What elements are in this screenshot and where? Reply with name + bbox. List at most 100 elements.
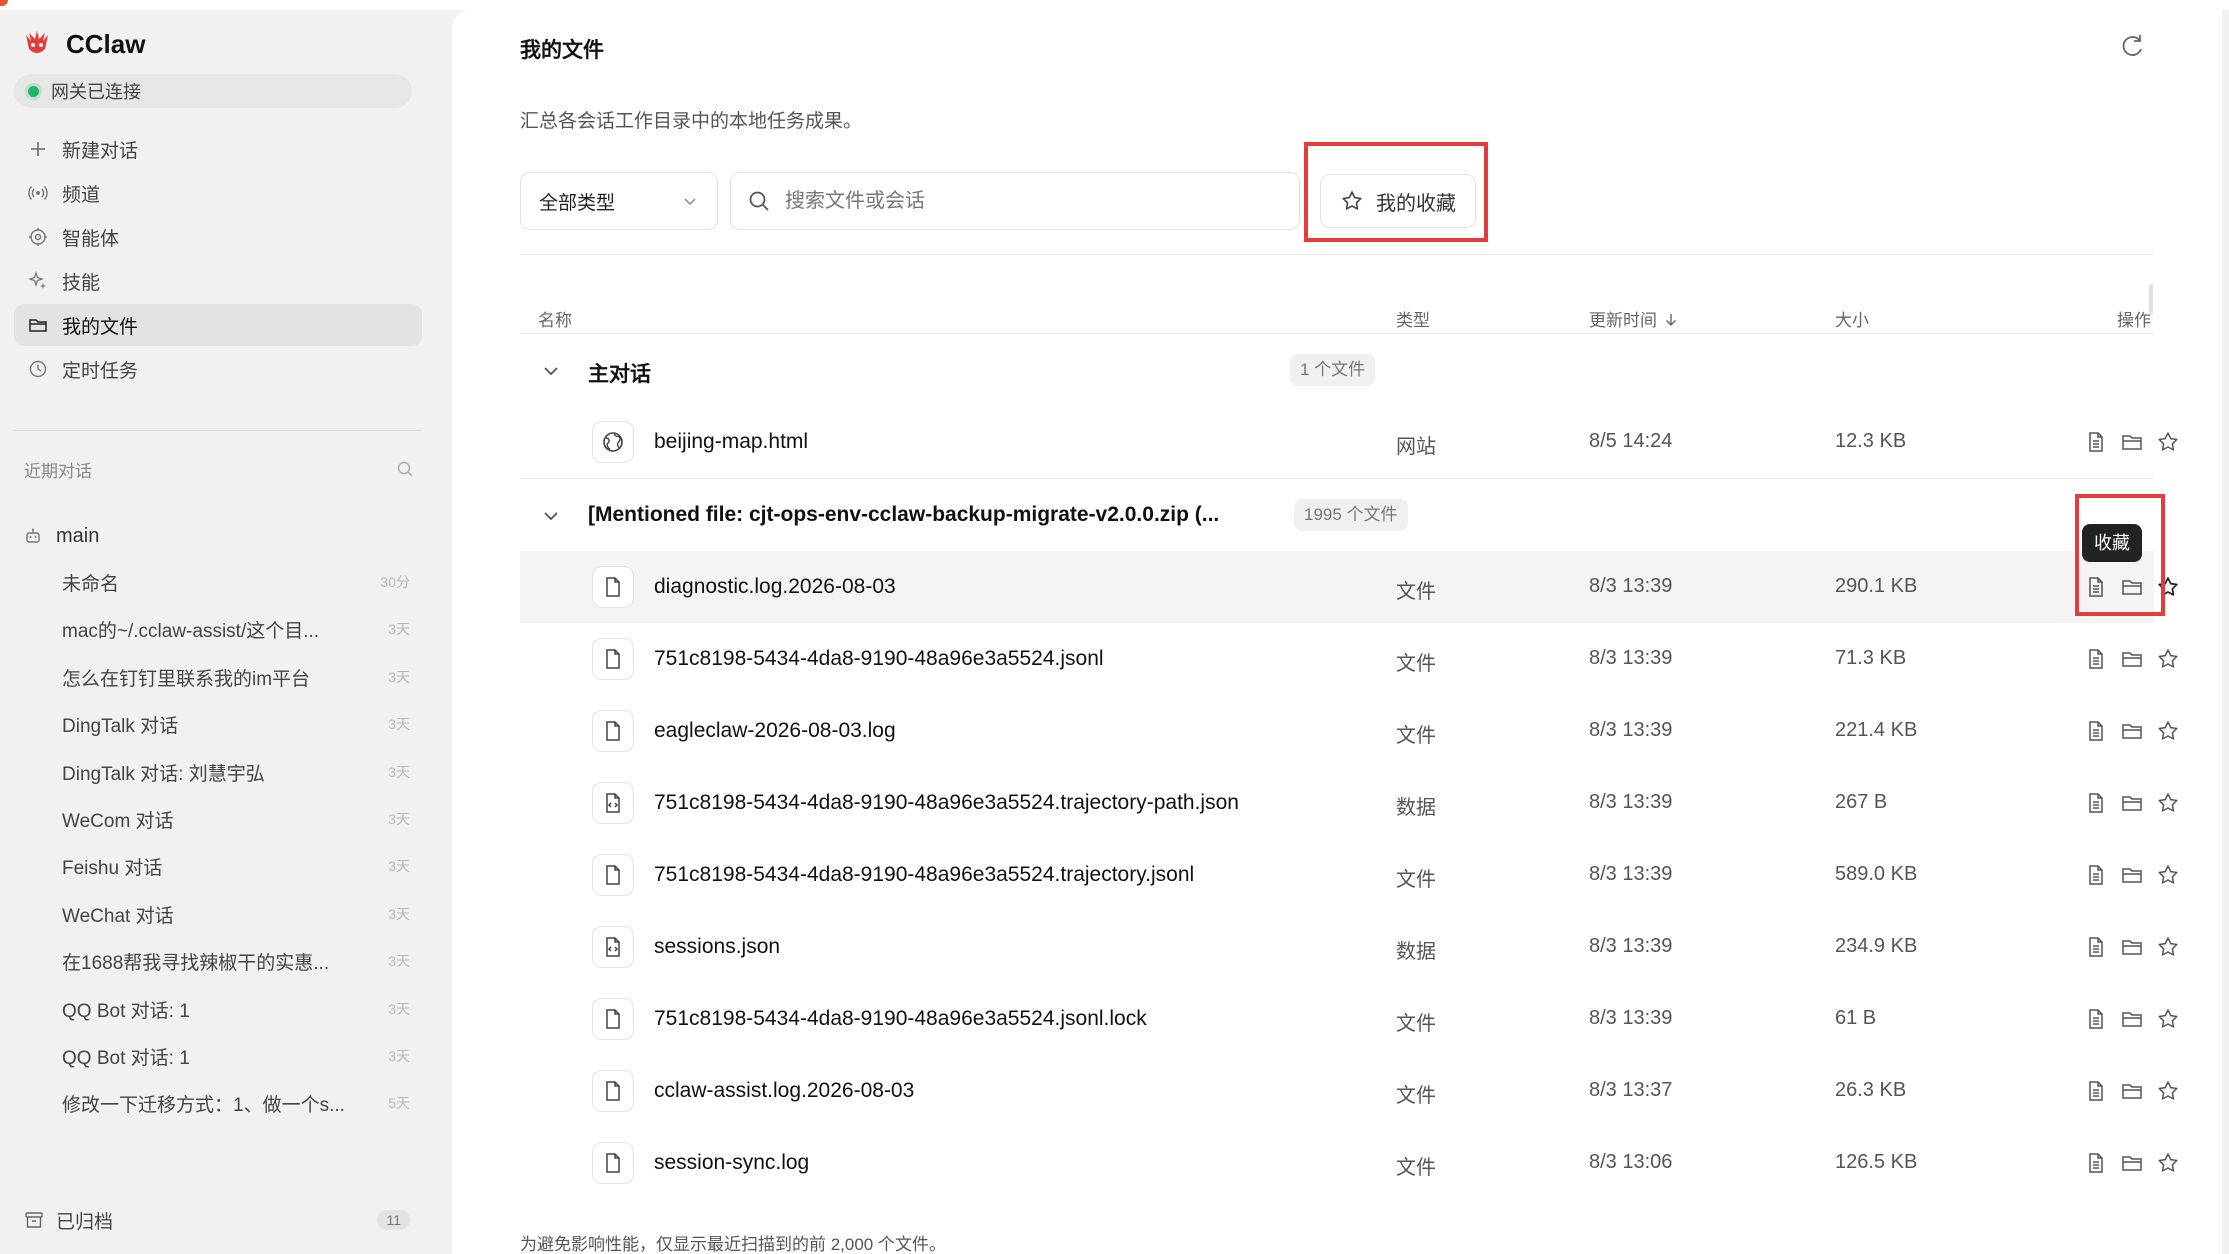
preview-file-icon[interactable] — [2084, 575, 2108, 599]
gateway-status-text: 网关已连接 — [51, 82, 141, 102]
star-icon[interactable] — [2156, 719, 2180, 743]
preview-file-icon[interactable] — [2084, 719, 2108, 743]
agent-icon — [29, 228, 47, 246]
session-group-main[interactable]: main — [24, 518, 99, 554]
session-group-label: main — [56, 524, 100, 547]
new-chat-button[interactable]: 新建对话 — [14, 128, 422, 170]
conversation-age: 3天 — [388, 953, 410, 969]
file-type-icon — [592, 926, 634, 968]
table-row[interactable]: eagleclaw-2026-08-03.log 文件 8/3 13:39 22… — [520, 695, 2178, 767]
nav-item-agents[interactable]: 智能体 — [14, 216, 422, 258]
search-box[interactable] — [730, 172, 1300, 230]
star-icon[interactable] — [2156, 791, 2180, 815]
table-row[interactable]: 751c8198-5434-4da8-9190-48a96e3a5524.tra… — [520, 767, 2178, 839]
file-icon — [606, 1009, 620, 1029]
column-header-actions: 操作 — [2117, 311, 2151, 330]
file-size: 234.9 KB — [1835, 935, 1918, 957]
type-filter-select[interactable]: 全部类型 — [520, 172, 718, 230]
conversation-item[interactable]: 修改一下迁移方式：1、做一个s... 5天 — [62, 1084, 410, 1122]
preview-file-icon[interactable] — [2084, 863, 2108, 887]
preview-file-icon[interactable] — [2084, 791, 2108, 815]
open-folder-icon[interactable] — [2120, 791, 2144, 815]
column-header-updated[interactable]: 更新时间 — [1589, 306, 1679, 331]
star-icon[interactable] — [2156, 1007, 2180, 1031]
conversation-age: 5天 — [388, 1095, 410, 1111]
open-folder-icon[interactable] — [2120, 719, 2144, 743]
conversation-item[interactable]: WeChat 对话 3天 — [62, 895, 410, 933]
table-row[interactable]: diagnostic.log.2026-08-03 文件 8/3 13:39 2… — [520, 551, 2178, 623]
open-folder-icon[interactable] — [2120, 1079, 2144, 1103]
star-icon[interactable] — [2156, 430, 2180, 454]
chevron-down-icon[interactable] — [540, 360, 562, 382]
star-icon[interactable] — [2156, 1079, 2180, 1103]
file-name: session-sync.log — [654, 1151, 810, 1174]
nav-item-tasks[interactable]: 定时任务 — [14, 348, 422, 390]
group-row[interactable]: 主对话 1 个文件 — [520, 334, 2154, 406]
star-icon[interactable] — [2156, 863, 2180, 887]
preview-file-icon[interactable] — [2084, 647, 2108, 671]
nav-item-label: 频道 — [62, 184, 101, 206]
brand[interactable]: CClaw — [20, 24, 145, 64]
nav-item-skills[interactable]: 技能 — [14, 260, 422, 302]
file-updated: 8/5 14:24 — [1589, 430, 1673, 452]
conversation-item[interactable]: 未命名 30分 — [62, 563, 410, 601]
preview-file-icon[interactable] — [2084, 1007, 2108, 1031]
page-subtitle: 汇总各会话工作目录中的本地任务成果。 — [520, 111, 863, 132]
file-type-icon — [592, 1070, 634, 1112]
search-input[interactable] — [785, 189, 1265, 213]
open-folder-icon[interactable] — [2120, 575, 2144, 599]
search-icon[interactable] — [396, 460, 414, 478]
file-type-icon — [592, 854, 634, 896]
refresh-icon[interactable] — [2118, 32, 2146, 60]
conversation-item[interactable]: 怎么在钉钉里联系我的im平台 3天 — [62, 658, 410, 696]
recent-header: 近期对话 — [24, 454, 414, 484]
file-type: 文件 — [1396, 1013, 1436, 1035]
table-row[interactable]: cclaw-assist.log.2026-08-03 文件 8/3 13:37… — [520, 1055, 2178, 1127]
nav-item-channels[interactable]: 频道 — [14, 172, 422, 214]
conversation-item[interactable]: mac的~/.cclaw-assist/这个目... 3天 — [62, 610, 410, 648]
nav-item-files[interactable]: 我的文件 — [14, 304, 422, 346]
chevron-down-icon[interactable] — [540, 505, 562, 527]
file-type-icon — [592, 710, 634, 752]
column-header-size[interactable]: 大小 — [1835, 306, 1869, 331]
file-name: cclaw-assist.log.2026-08-03 — [654, 1079, 915, 1102]
column-header-name[interactable]: 名称 — [538, 306, 572, 331]
group-row[interactable]: [Mentioned file: cjt-ops-env-cclaw-backu… — [520, 479, 2154, 551]
conversation-item[interactable]: Feishu 对话 3天 — [62, 847, 410, 885]
open-folder-icon[interactable] — [2120, 1007, 2144, 1031]
preview-file-icon[interactable] — [2084, 935, 2108, 959]
preview-file-icon[interactable] — [2084, 1151, 2108, 1175]
star-icon[interactable] — [2156, 575, 2180, 599]
column-header-type[interactable]: 类型 — [1396, 306, 1430, 331]
conversation-item[interactable]: 在1688帮我寻找辣椒干的实惠... 3天 — [62, 942, 410, 980]
preview-file-icon[interactable] — [2084, 1079, 2108, 1103]
table-row[interactable]: beijing-map.html 网站 8/5 14:24 12.3 KB — [520, 406, 2178, 478]
archived-item[interactable]: 已归档 11 — [24, 1202, 410, 1238]
conversation-item[interactable]: DingTalk 对话 3天 — [62, 705, 410, 743]
star-icon[interactable] — [2156, 647, 2180, 671]
table-row[interactable]: 751c8198-5434-4da8-9190-48a96e3a5524.jso… — [520, 623, 2178, 695]
star-icon[interactable] — [2156, 1151, 2180, 1175]
open-folder-icon[interactable] — [2120, 1151, 2144, 1175]
table-row[interactable]: sessions.json 数据 8/3 13:39 234.9 KB — [520, 911, 2178, 983]
conversation-item[interactable]: WeCom 对话 3天 — [62, 800, 410, 838]
conversation-item[interactable]: QQ Bot 对话: 1 3天 — [62, 990, 410, 1028]
group-file-count: 1995 个文件 — [1294, 499, 1408, 531]
table-row[interactable]: 751c8198-5434-4da8-9190-48a96e3a5524.tra… — [520, 839, 2178, 911]
conversation-item[interactable]: DingTalk 对话: 刘慧宇弘 3天 — [62, 753, 410, 791]
table-row[interactable]: 751c8198-5434-4da8-9190-48a96e3a5524.jso… — [520, 983, 2178, 1055]
open-folder-icon[interactable] — [2120, 647, 2144, 671]
table-row[interactable]: session-sync.log 文件 8/3 13:06 126.5 KB — [520, 1127, 2178, 1199]
star-icon[interactable] — [2156, 935, 2180, 959]
open-folder-icon[interactable] — [2120, 863, 2144, 887]
preview-file-icon[interactable] — [2084, 430, 2108, 454]
scrollbar-thumb[interactable] — [2149, 284, 2153, 314]
file-name: 751c8198-5434-4da8-9190-48a96e3a5524.jso… — [654, 647, 1104, 670]
new-chat-label: 新建对话 — [62, 140, 139, 162]
conversation-item[interactable]: QQ Bot 对话: 1 3天 — [62, 1037, 410, 1075]
main-panel: 我的文件 汇总各会话工作目录中的本地任务成果。 全部类型 我的收藏 名称 类型 … — [452, 10, 2222, 1254]
favorites-button[interactable]: 我的收藏 — [1320, 174, 1476, 228]
open-folder-icon[interactable] — [2120, 430, 2144, 454]
top-edge — [0, 0, 2229, 10]
open-folder-icon[interactable] — [2120, 935, 2144, 959]
